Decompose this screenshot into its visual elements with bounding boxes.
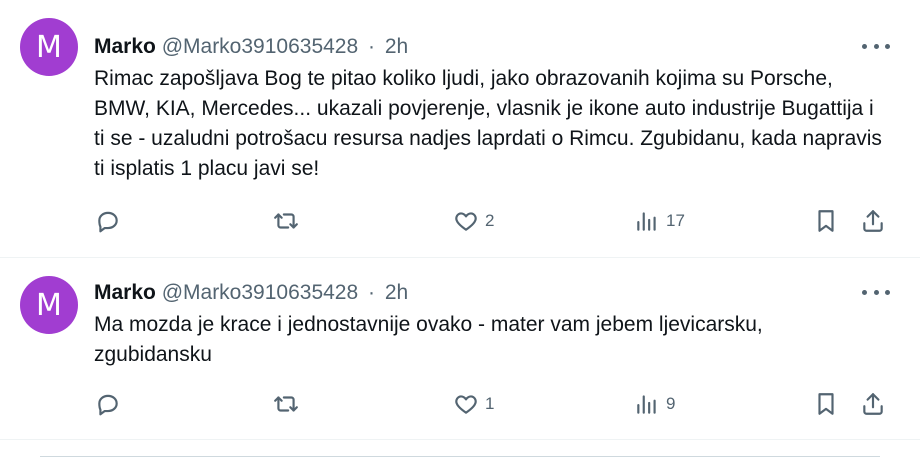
views-count: 9	[666, 394, 676, 413]
like-button[interactable]: 2	[453, 205, 494, 237]
like-icon	[455, 395, 477, 414]
tweet-feed: M Marko @Marko3910635428 · 2h Rimac zapo…	[0, 0, 920, 460]
like-icon	[455, 212, 477, 231]
like-count: 2	[485, 211, 495, 230]
avatar[interactable]: M	[20, 276, 78, 334]
retweet-button[interactable]	[273, 205, 299, 237]
tweet-actions: 2 17	[0, 205, 920, 237]
tweet-text: Rimac zapošljava Bog te pitao koliko lju…	[94, 67, 882, 180]
views-count: 17	[666, 211, 685, 230]
bookmark-button[interactable]	[813, 388, 839, 420]
retweet-button[interactable]	[273, 388, 299, 420]
separator-dot: ·	[368, 35, 376, 58]
author-handle[interactable]: @Marko3910635428	[162, 35, 358, 58]
share-icon	[863, 210, 883, 232]
views-icon	[637, 212, 656, 231]
views-icon	[637, 395, 656, 414]
tweet[interactable]: M Marko @Marko3910635428 · 2h Ma mozda j…	[0, 258, 920, 440]
separator-dot: ·	[368, 281, 376, 304]
retweet-icon	[274, 213, 298, 229]
bookmark-icon	[818, 210, 834, 232]
timestamp[interactable]: 2h	[385, 35, 408, 58]
author-name[interactable]: Marko	[94, 35, 156, 58]
author-handle[interactable]: @Marko3910635428	[162, 281, 358, 304]
like-count: 1	[485, 394, 495, 413]
share-button[interactable]	[860, 388, 886, 420]
tweet-actions: 1 9	[0, 388, 920, 420]
share-button[interactable]	[860, 205, 886, 237]
reply-button[interactable]	[95, 205, 121, 237]
divider	[40, 456, 880, 457]
tweet-header: Marko @Marko3910635428 · 2h	[94, 34, 408, 60]
views-button[interactable]: 17	[634, 205, 685, 237]
retweet-icon	[274, 396, 298, 412]
tweet-header: Marko @Marko3910635428 · 2h	[94, 280, 408, 306]
share-icon	[863, 393, 883, 415]
avatar[interactable]: M	[20, 18, 78, 76]
views-button[interactable]: 9	[634, 388, 675, 420]
avatar-letter: M	[36, 287, 62, 323]
more-icon[interactable]	[862, 36, 890, 56]
more-icon[interactable]	[862, 282, 890, 302]
bookmark-button[interactable]	[813, 205, 839, 237]
avatar-letter: M	[36, 29, 62, 65]
reply-icon	[98, 211, 118, 233]
like-button[interactable]: 1	[453, 388, 494, 420]
author-name[interactable]: Marko	[94, 281, 156, 304]
reply-icon	[98, 394, 118, 416]
tweet-text: Ma mozda je krace i jednostavnije ovako …	[94, 313, 763, 366]
timestamp[interactable]: 2h	[385, 281, 408, 304]
reply-button[interactable]	[95, 388, 121, 420]
tweet[interactable]: M Marko @Marko3910635428 · 2h Rimac zapo…	[0, 0, 920, 258]
bookmark-icon	[818, 393, 834, 415]
